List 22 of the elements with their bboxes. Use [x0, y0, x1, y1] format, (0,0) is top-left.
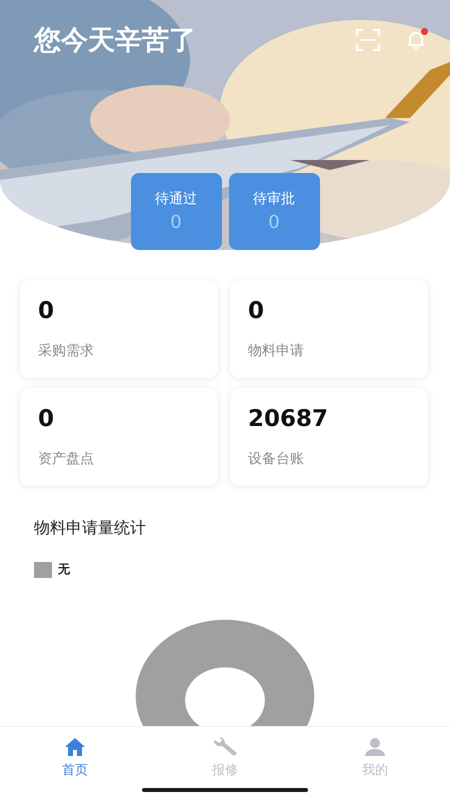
greeting-title: 您今天辛苦了	[34, 24, 197, 58]
pending-button[interactable]: 待通过 0	[130, 173, 222, 250]
stat-card[interactable]: 0 物料申请	[230, 280, 428, 378]
stat-label: 设备台账	[248, 450, 305, 468]
stat-value: 20687	[248, 406, 330, 432]
stat-label: 资产盘点	[38, 450, 95, 468]
home-icon	[64, 737, 86, 757]
legend-label: 无	[58, 561, 70, 578]
bell-icon[interactable]	[407, 30, 425, 50]
wrench-icon	[212, 737, 238, 757]
stat-card[interactable]: 0 资产盘点	[20, 388, 218, 486]
stat-value: 0	[38, 406, 56, 432]
stat-label: 物料申请	[248, 342, 305, 360]
user-icon	[365, 737, 385, 757]
chart-title: 物料申请量统计	[33, 517, 147, 539]
stat-value: 0	[248, 298, 266, 324]
stat-card[interactable]: 20687 设备台账	[230, 388, 428, 486]
pending-button[interactable]: 待审批 0	[228, 173, 320, 250]
tab-item[interactable]: 首页	[0, 727, 150, 800]
stat-value: 0	[38, 298, 56, 324]
stat-label: 采购需求	[38, 342, 95, 360]
stat-card[interactable]: 0 采购需求	[20, 280, 218, 378]
